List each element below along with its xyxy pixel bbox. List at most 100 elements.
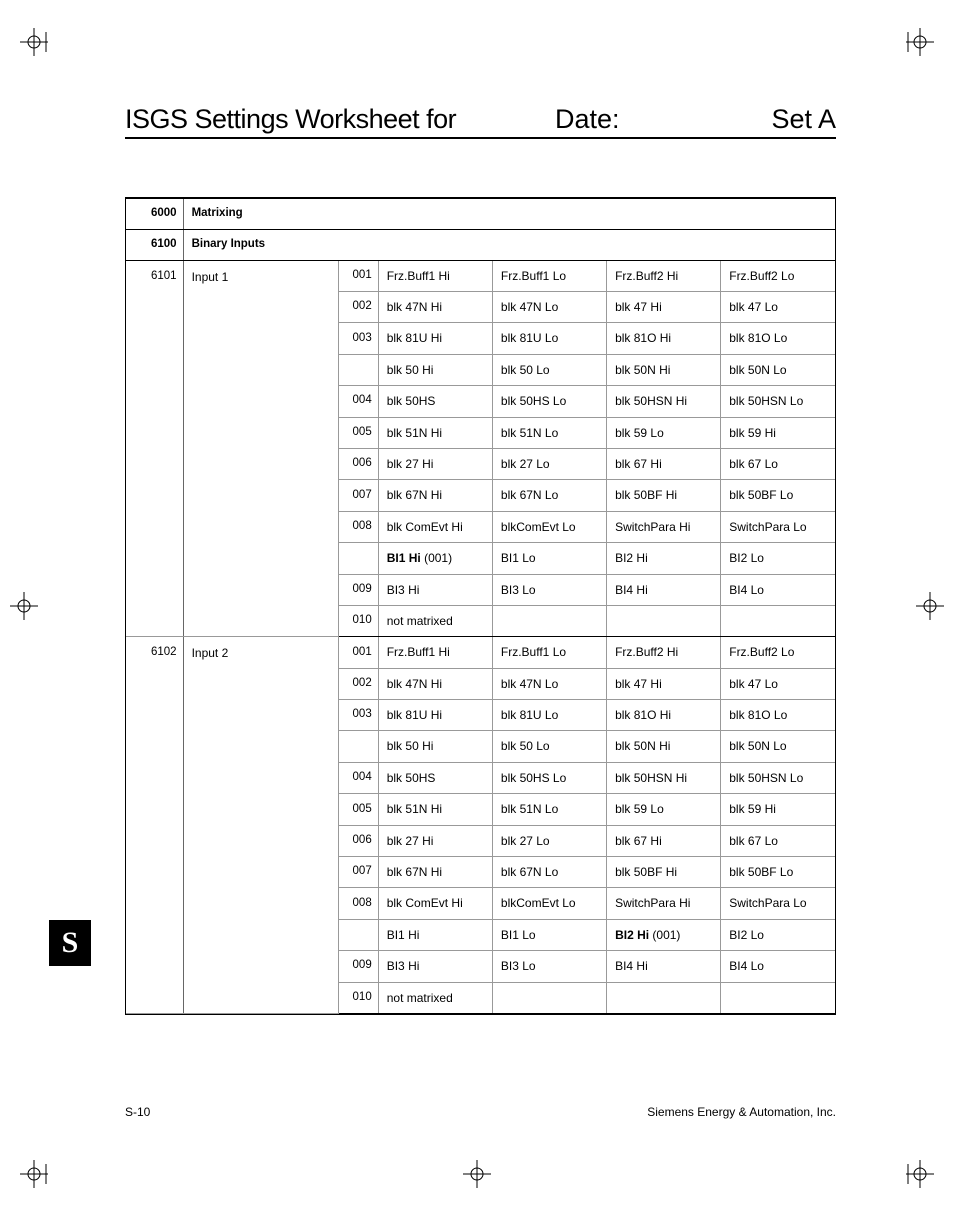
option-cell: blk 50HS Lo [492,386,606,417]
date-label: Date: [555,104,740,135]
option-cell: Frz.Buff2 Lo [721,260,835,291]
section-name: Binary Inputs [183,229,835,260]
option-cell: blk 47 Hi [607,291,721,322]
sub-code: 001 [339,260,378,291]
option-cell: blk 50N Lo [721,354,835,385]
page-footer: S-10 Siemens Energy & Automation, Inc. [125,1105,836,1119]
sub-code [339,919,378,950]
sub-code [339,543,378,574]
option-cell: blk ComEvt Hi [378,888,492,919]
page-header: ISGS Settings Worksheet for Date: Set A [125,104,836,139]
option-cell: BI1 Hi [378,919,492,950]
section-row: 6100Binary Inputs [126,229,835,260]
option-cell: blk 51N Hi [378,417,492,448]
sub-code: 008 [339,511,378,542]
page-number: S-10 [125,1105,150,1119]
option-cell: blk 51N Hi [378,794,492,825]
option-cell: blk 51N Lo [492,417,606,448]
settings-table: 6000Matrixing6100Binary Inputs6101Input … [125,197,836,1015]
option-cell: Frz.Buff1 Hi [378,637,492,668]
sub-code: 007 [339,480,378,511]
sub-code: 003 [339,323,378,354]
section-tab: S [49,920,91,966]
option-cell: blk 67N Lo [492,480,606,511]
sub-code: 009 [339,574,378,605]
option-cell: blk 59 Hi [721,794,835,825]
option-cell: blk 47 Lo [721,668,835,699]
cropmark-icon [10,592,38,620]
option-cell: blk 67 Lo [721,448,835,479]
row-code: 6102 [126,637,183,1014]
option-cell: blk 50HS [378,762,492,793]
option-cell: BI3 Hi [378,951,492,982]
section-code: 6000 [126,199,183,229]
option-cell: blk 81U Hi [378,323,492,354]
sub-code: 008 [339,888,378,919]
option-cell: BI4 Lo [721,951,835,982]
sub-code: 010 [339,605,378,636]
option-cell: blk 47N Hi [378,291,492,322]
option-cell: not matrixed [378,605,492,636]
option-cell: blk 50BF Hi [607,857,721,888]
company-name: Siemens Energy & Automation, Inc. [647,1105,836,1119]
option-cell: blk 50N Hi [607,731,721,762]
option-cell: blk 50HSN Hi [607,386,721,417]
option-cell: blk 50HS [378,386,492,417]
cropmark-icon [906,1160,934,1188]
option-cell: blk 81U Hi [378,700,492,731]
option-cell: blk 50N Lo [721,731,835,762]
cropmark-icon [463,1160,491,1188]
sub-code [339,354,378,385]
option-cell: blk 50HS Lo [492,762,606,793]
option-cell: Frz.Buff2 Lo [721,637,835,668]
cropmark-icon [906,28,934,56]
option-cell: BI2 Lo [721,919,835,950]
option-cell [721,982,835,1013]
option-cell: blk 27 Lo [492,448,606,479]
option-cell: blk 47 Lo [721,291,835,322]
option-cell: blk 81O Hi [607,700,721,731]
option-cell [607,605,721,636]
option-cell: blk 50 Lo [492,731,606,762]
option-cell: BI3 Lo [492,574,606,605]
cropmark-icon [20,28,48,56]
option-cell: SwitchPara Hi [607,888,721,919]
option-cell: blk 50 Hi [378,731,492,762]
option-cell: BI3 Hi [378,574,492,605]
cropmark-icon [20,1160,48,1188]
section-code: 6100 [126,229,183,260]
option-cell: blk 50N Hi [607,354,721,385]
option-cell: blk 50 Hi [378,354,492,385]
option-cell: Frz.Buff2 Hi [607,260,721,291]
section-name: Matrixing [183,199,835,229]
option-cell: blk 50HSN Lo [721,762,835,793]
option-cell [607,982,721,1013]
table-row: 6102Input 2001Frz.Buff1 HiFrz.Buff1 LoFr… [126,637,835,668]
option-cell: BI1 Lo [492,919,606,950]
option-cell: blk 50BF Hi [607,480,721,511]
option-cell [492,982,606,1013]
sub-code: 001 [339,637,378,668]
option-cell: blk 47N Lo [492,291,606,322]
option-cell: blk 47N Lo [492,668,606,699]
option-cell: Frz.Buff2 Hi [607,637,721,668]
option-cell: blk 67 Hi [607,448,721,479]
option-cell: blkComEvt Lo [492,511,606,542]
option-cell: blk ComEvt Hi [378,511,492,542]
option-cell: blk 67 Hi [607,825,721,856]
option-cell: blk 50HSN Hi [607,762,721,793]
sub-code: 003 [339,700,378,731]
option-cell: Frz.Buff1 Lo [492,260,606,291]
option-cell: blk 67N Lo [492,857,606,888]
row-name: Input 1 [183,260,339,637]
cropmark-icon [916,592,944,620]
option-cell: BI2 Lo [721,543,835,574]
sub-code: 010 [339,982,378,1013]
row-name: Input 2 [183,637,339,1014]
option-cell: BI1 Hi (001) [378,543,492,574]
sub-code: 005 [339,417,378,448]
set-label: Set A [771,104,836,135]
option-cell: blk 59 Hi [721,417,835,448]
option-cell: blk 50BF Lo [721,857,835,888]
option-cell: blk 81U Lo [492,700,606,731]
